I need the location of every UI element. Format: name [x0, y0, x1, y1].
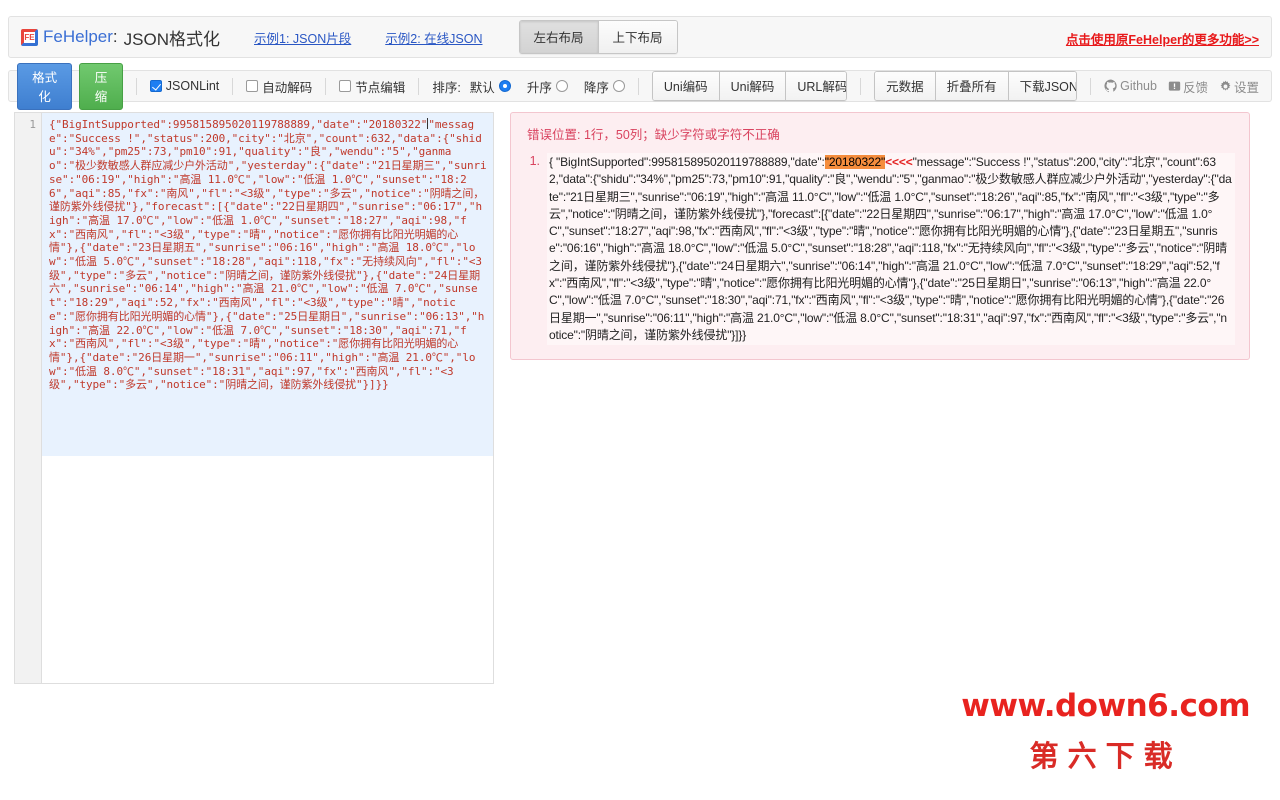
action-button-group: 元数据 折叠所有 下载JSON: [874, 71, 1078, 101]
uni-decode-button[interactable]: Uni解码: [719, 72, 787, 100]
example-link-2[interactable]: 示例2: 在线JSON: [385, 28, 482, 47]
divider: [860, 77, 862, 95]
checkbox-box-jsonlint[interactable]: [149, 80, 162, 92]
toolbar: 格式化 压缩 JSONLint 自动解码 节点编辑 排序: 默认 升序 降序 U…: [8, 62, 1272, 110]
fehelper-logo-text: FE: [24, 31, 35, 43]
checkbox-auto-decode[interactable]: 自动解码: [246, 77, 312, 96]
error-item-body: { "BigIntSupported":99581589502011978888…: [547, 153, 1235, 346]
error-title: 错误位置: 1行，50列；缺少字符或字符不正确: [527, 128, 780, 142]
layout-button-horizontal[interactable]: 左右布局: [519, 21, 599, 53]
feedback-icon: [1168, 81, 1181, 91]
radio-label-sort-desc: 降序: [583, 80, 609, 95]
editor-code-area[interactable]: {"BigIntSupported":995815895020119788889…: [42, 113, 493, 683]
editor-text-before-caret: {"BigIntSupported":995815895020119788889…: [49, 118, 428, 131]
github-link[interactable]: Github: [1104, 79, 1157, 93]
metadata-button[interactable]: 元数据: [875, 72, 936, 100]
github-icon: [1104, 79, 1117, 93]
line-number: 1: [29, 118, 36, 131]
radio-box-sort-asc[interactable]: [555, 80, 568, 92]
sort-label: 排序:: [432, 80, 461, 95]
radio-label-sort-default: 默认: [469, 80, 495, 95]
url-decode-button[interactable]: URL解码: [786, 72, 847, 100]
divider: [637, 77, 639, 95]
watermark-url: www.down6.com: [961, 688, 1250, 724]
jsonlint-error-panel: 错误位置: 1行，50列；缺少字符或字符不正确 1. { "BigIntSupp…: [510, 112, 1250, 361]
json-editor[interactable]: 1 {"BigIntSupported":9958158950201197888…: [14, 112, 494, 684]
encode-button-group: Uni编码 Uni解码 URL解码: [651, 71, 848, 101]
error-text-after-highlight: "message":"Success !","status":200,"city…: [549, 155, 1232, 342]
layout-toggle-group: 左右布局 上下布局: [518, 20, 678, 54]
fehelper-logo-icon: FE: [21, 28, 38, 46]
radio-sort-default[interactable]: 默认: [470, 77, 511, 96]
error-text-before-highlight: { "BigIntSupported":99581589502011978888…: [549, 155, 825, 169]
github-label: Github: [1120, 79, 1157, 93]
divider: [325, 77, 327, 95]
checkbox-label-jsonlint: JSONLint: [165, 79, 220, 93]
compress-button[interactable]: 压缩: [79, 62, 123, 110]
radio-sort-asc[interactable]: 升序: [527, 77, 568, 96]
divider: [135, 77, 137, 95]
layout-button-vertical[interactable]: 上下布局: [598, 21, 677, 53]
error-highlight-token: "20180322": [824, 155, 886, 169]
divider: [1090, 77, 1092, 95]
checkbox-node-edit[interactable]: 节点编辑: [339, 77, 405, 96]
page-title: JSON格式化: [123, 29, 220, 49]
brand-name: FeHelper: [43, 27, 113, 46]
editor-content[interactable]: {"BigIntSupported":995815895020119788889…: [42, 113, 493, 392]
radio-sort-desc[interactable]: 降序: [584, 77, 625, 96]
app-header: FE FeHelper : JSON格式化 示例1: JSON片段 示例2: 在…: [8, 16, 1272, 58]
settings-link[interactable]: 设置: [1219, 77, 1259, 96]
checkbox-box-auto-decode[interactable]: [246, 80, 259, 92]
collapse-all-button[interactable]: 折叠所有: [935, 72, 1009, 100]
gear-icon: [1220, 80, 1231, 91]
format-button[interactable]: 格式化: [17, 62, 73, 110]
line-number-gutter: 1: [15, 113, 42, 683]
error-item-number: 1.: [529, 154, 540, 168]
download-json-button[interactable]: 下载JSON: [1008, 72, 1077, 100]
checkbox-box-node-edit[interactable]: [339, 80, 352, 92]
error-position-marker: <<<<: [885, 155, 913, 169]
editor-text-after-caret: "message":"Success !","status":200,"city…: [49, 118, 487, 392]
checkbox-label-auto-decode: 自动解码: [262, 80, 313, 95]
feedback-label: 反馈: [1182, 80, 1208, 95]
divider: [418, 77, 420, 95]
error-item: 1. { "BigIntSupported":99581589502011978…: [525, 153, 1235, 346]
toolbar-right-links: Github 反馈 设置: [1104, 77, 1263, 96]
radio-box-sort-default[interactable]: [498, 80, 511, 92]
example-link-1[interactable]: 示例1: JSON片段: [254, 28, 351, 47]
brand: FE FeHelper : JSON格式化: [21, 25, 220, 50]
radio-box-sort-desc[interactable]: [612, 80, 625, 92]
settings-label: 设置: [1233, 80, 1259, 95]
checkbox-label-node-edit: 节点编辑: [355, 80, 406, 95]
uni-encode-button[interactable]: Uni编码: [652, 72, 720, 100]
watermark-text: 第六下载: [1029, 741, 1182, 773]
divider: [232, 77, 234, 95]
brand-colon: :: [112, 27, 118, 46]
feedback-link[interactable]: 反馈: [1168, 77, 1208, 96]
more-features-link[interactable]: 点击使用原FeHelper的更多功能>>: [1066, 29, 1259, 48]
watermark: www.down6.com 第六下载: [961, 688, 1250, 775]
radio-label-sort-asc: 升序: [526, 80, 552, 95]
checkbox-jsonlint[interactable]: JSONLint: [149, 79, 220, 93]
